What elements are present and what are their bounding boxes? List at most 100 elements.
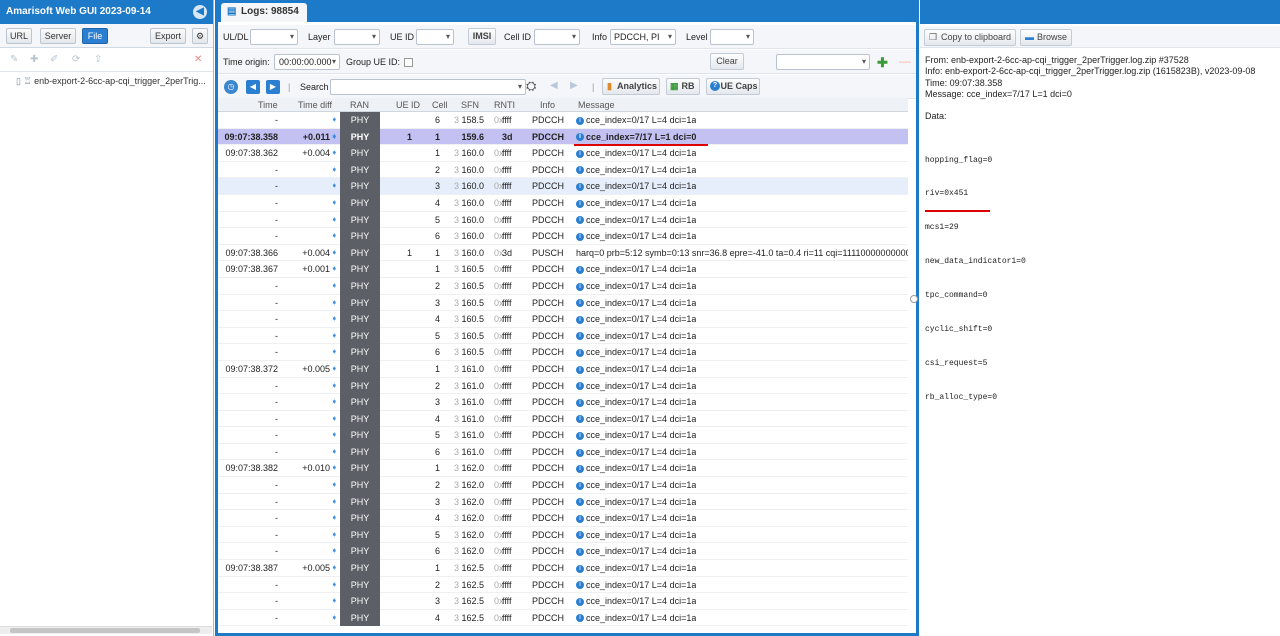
edit-icon[interactable]: ✐	[50, 54, 58, 65]
imsi-button[interactable]: IMSI	[468, 28, 496, 45]
remove-filter-icon[interactable]: —	[899, 54, 911, 68]
message-line: Message: cce_index=7/17 L=1 dci=0	[925, 88, 1072, 99]
search-next-icon[interactable]: ▶	[570, 80, 578, 91]
ue-id-select[interactable]	[416, 29, 454, 45]
browse-button[interactable]: ▬ Browse	[1020, 29, 1072, 46]
table-row[interactable]: - ➧ PHY 4 3 162.5 0x ffff PDCCH i cce_index=0/17 L…	[218, 609, 908, 627]
table-row[interactable]: 09:07:38.362 +0.004 ➧ PHY 1 3 160.0 0x ffff PDCCH…	[218, 145, 908, 162]
search-prev-icon[interactable]: ◀	[550, 80, 558, 91]
binoculars-icon[interactable]: ⛭	[526, 78, 536, 94]
table-row[interactable]: 09:07:38.367 +0.001 ➧ PHY 1 3 160.5 0x ffff PDCCH…	[218, 261, 908, 278]
message-text: cce_index=0/17 L=4 dci=1a	[586, 264, 697, 275]
col-message[interactable]: Message	[578, 100, 615, 110]
resize-handle-icon[interactable]	[910, 295, 918, 303]
refresh-icon[interactable]: ⟳	[72, 54, 80, 65]
analytics-button[interactable]: ▮ Analytics	[602, 78, 660, 95]
ul-dl-select[interactable]	[250, 29, 298, 45]
add-icon[interactable]: ✚	[30, 54, 38, 65]
table-row[interactable]: - ➧ PHY 5 3 162.0 0x ffff PDCCH i cce_index=0/17 L…	[218, 526, 908, 544]
cell-sfn: 162.5	[461, 563, 484, 574]
file-button[interactable]: File	[82, 28, 108, 44]
group-ue-id-checkbox[interactable]	[404, 58, 413, 67]
table-row[interactable]: - ➧ PHY 6 3 161.0 0x ffff PDCCH i cce_index=0/17 L…	[218, 443, 908, 461]
cell-message: i cce_index=0/17 L=4 dci=1a	[576, 543, 696, 559]
horizontal-scrollbar[interactable]	[0, 626, 212, 634]
table-row[interactable]: - ➧ PHY 3 3 161.0 0x ffff PDCCH i cce_index=0/17 L…	[218, 394, 908, 411]
table-row[interactable]: - ➧ PHY 5 3 160.0 0x ffff PDCCH i cce_index=0/17 L…	[218, 211, 908, 229]
table-row[interactable]: - ➧ PHY 4 3 162.0 0x ffff PDCCH i cce_index=0/17 L…	[218, 510, 908, 527]
copy-to-clipboard-button[interactable]: ❐ Copy to clipboard	[924, 29, 1016, 46]
next-icon[interactable]: ▶	[266, 80, 280, 94]
add-filter-icon[interactable]: ✚	[877, 55, 888, 71]
layer-select[interactable]	[334, 29, 380, 45]
table-row[interactable]: - ➧ PHY 2 3 160.0 0x ffff PDCCH i cce_index=0/17 L…	[218, 161, 908, 179]
message-text: cce_index=0/17 L=4 dci=1a	[586, 529, 697, 540]
search-input[interactable]	[330, 79, 526, 95]
table-row[interactable]: - ➧ PHY 5 3 160.5 0x ffff PDCCH i cce_index=0/17 L…	[218, 327, 908, 345]
export-button[interactable]: Export	[150, 28, 186, 44]
arrow-icon: ➧	[331, 214, 338, 224]
table-row[interactable]: - ➧ PHY 3 3 160.0 0x ffff PDCCH i cce_index=0/17 L…	[218, 178, 908, 195]
rb-button[interactable]: ▦ RB	[666, 78, 700, 95]
message-text: cce_index=0/17 L=4 dci=1a	[586, 579, 697, 590]
table-row[interactable]: - ➧ PHY 3 3 160.5 0x ffff PDCCH i cce_index=0/17 L…	[218, 294, 908, 312]
search-icon[interactable]: ✎	[10, 54, 18, 65]
cell-id-select[interactable]	[534, 29, 580, 45]
collapse-icon[interactable]: ◀	[193, 5, 207, 19]
time-origin-input[interactable]: 00:00:00.000	[274, 54, 340, 70]
table-row[interactable]: - ➧ PHY 6 3 162.0 0x ffff PDCCH i cce_index=0/17 L…	[218, 543, 908, 561]
table-row[interactable]: 09:07:38.387 +0.005 ➧ PHY 1 3 162.5 0x ffff PDCCH…	[218, 560, 908, 577]
table-row[interactable]: - ➧ PHY 6 3 158.5 0x ffff PDCCH i cce_index=0/17 L…	[218, 112, 908, 129]
clear-button[interactable]: Clear	[710, 53, 744, 70]
table-row[interactable]: - ➧ PHY 2 3 162.5 0x ffff PDCCH i cce_index=0/17 L…	[218, 576, 908, 594]
clock-icon[interactable]: ◷	[224, 80, 238, 94]
col-time-diff[interactable]: Time diff	[298, 100, 332, 110]
col-cell[interactable]: Cell	[432, 100, 448, 110]
upload-icon[interactable]: ⇪	[94, 54, 102, 65]
url-button[interactable]: URL	[6, 28, 32, 44]
table-row[interactable]: - ➧ PHY 4 3 160.5 0x ffff PDCCH i cce_index=0/17 L…	[218, 311, 908, 328]
cell-info: PDCCH	[532, 363, 565, 374]
col-rnti[interactable]: RNTI	[494, 100, 515, 110]
col-sfn[interactable]: SFN	[461, 100, 479, 110]
level-select[interactable]	[710, 29, 754, 45]
table-row[interactable]: - ➧ PHY 3 3 162.5 0x ffff PDCCH i cce_index=0/17 L…	[218, 593, 908, 610]
table-row[interactable]: - ➧ PHY 3 3 162.0 0x ffff PDCCH i cce_index=0/17 L…	[218, 493, 908, 511]
message-text: cce_index=0/17 L=4 dci=1a	[586, 546, 697, 557]
table-row[interactable]: 09:07:38.358 +0.011 ➧ PHY 1 1 159.6 3d PDCCH i cce…	[218, 128, 908, 146]
cell-time: -	[275, 214, 278, 225]
cell-message: harq=0 prb=5:12 symb=0:13 snr=36.8 epre=…	[576, 245, 908, 261]
tab-logs[interactable]: Logs: 98854	[221, 3, 307, 22]
col-time[interactable]: Time	[258, 100, 278, 110]
table-row[interactable]: - ➧ PHY 2 3 161.0 0x ffff PDCCH i cce_index=0/17 L…	[218, 377, 908, 395]
cell-cell: 2	[434, 380, 440, 391]
table-row[interactable]: - ➧ PHY 2 3 162.0 0x ffff PDCCH i cce_index=0/17 L…	[218, 477, 908, 494]
table-row[interactable]: - ➧ PHY 6 3 160.5 0x ffff PDCCH i cce_index=0/17 L…	[218, 344, 908, 361]
server-button[interactable]: Server	[40, 28, 76, 44]
cell-cell: 3	[434, 596, 440, 607]
cell-time: -	[275, 596, 278, 607]
table-row[interactable]: - ➧ PHY 4 3 160.0 0x ffff PDCCH i cce_index=0/17 L…	[218, 194, 908, 212]
col-info[interactable]: Info	[540, 100, 555, 110]
table-row[interactable]: 09:07:38.382 +0.010 ➧ PHY 1 3 162.0 0x ffff PDCCH…	[218, 460, 908, 478]
table-row[interactable]: 09:07:38.366 +0.004 ➧ PHY 1 1 3 160.0 0x 3d PUSCH h…	[218, 244, 908, 262]
settings-icon[interactable]: ⚙	[192, 28, 208, 44]
cell-rnti: ffff	[502, 280, 512, 291]
info-select[interactable]: PDCCH, PI	[610, 29, 676, 45]
table-row[interactable]: - ➧ PHY 5 3 161.0 0x ffff PDCCH i cce_index=0/17 L…	[218, 427, 908, 444]
table-row[interactable]: - ➧ PHY 6 3 160.0 0x ffff PDCCH i cce_index=0/17 L…	[218, 228, 908, 245]
cell-message: i cce_index=0/17 L=4 dci=1a	[576, 328, 696, 344]
close-icon[interactable]: ✕	[194, 54, 202, 65]
prev-icon[interactable]: ◀	[246, 80, 260, 94]
table-row[interactable]: 09:07:38.372 +0.005 ➧ PHY 1 3 161.0 0x ffff PDCCH…	[218, 360, 908, 378]
file-tree-item[interactable]: ▯ ♖ enb-export-2-6cc-ap-cqi_trigger_2per…	[16, 76, 206, 87]
col-ran[interactable]: RAN	[350, 100, 369, 110]
scrollbar-thumb[interactable]	[10, 628, 200, 633]
ue-caps-button[interactable]: ? UE Caps	[706, 78, 760, 95]
table-row[interactable]: - ➧ PHY 2 3 160.5 0x ffff PDCCH i cce_index=0/17 L…	[218, 277, 908, 295]
cell-time: 09:07:38.367	[225, 264, 278, 275]
col-ue-id[interactable]: UE ID	[396, 100, 420, 110]
filter-preset-select[interactable]	[776, 54, 870, 70]
table-row[interactable]: - ➧ PHY 4 3 161.0 0x ffff PDCCH i cce_index=0/17 L…	[218, 410, 908, 428]
cell-message: i cce_index=0/17 L=4 dci=1a	[576, 460, 696, 476]
